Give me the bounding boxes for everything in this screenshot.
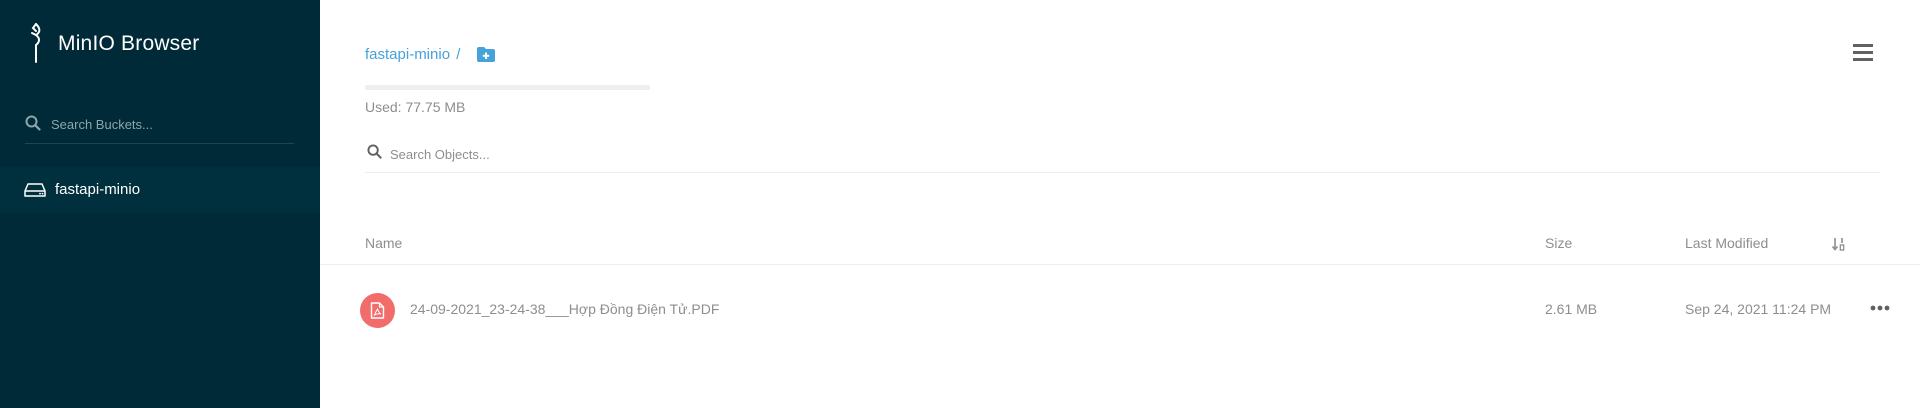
usage-text: Used: 77.75 MB — [365, 99, 466, 115]
column-header-last-modified[interactable]: Last Modified — [1685, 235, 1768, 251]
file-name[interactable]: 24-09-2021_23-24-38___Hợp Đồng Điện Tử.P… — [410, 301, 719, 317]
folder-plus-icon[interactable] — [476, 46, 496, 63]
breadcrumb-bucket-link[interactable]: fastapi-minio — [365, 46, 450, 63]
hamburger-menu-icon[interactable] — [1853, 44, 1873, 61]
column-header-name[interactable]: Name — [365, 235, 402, 251]
search-icon — [25, 115, 41, 131]
hard-drive-icon — [24, 183, 46, 197]
object-search — [365, 140, 1880, 173]
main-content: fastapi-minio / Used: 77.75 MB Name Size… — [320, 0, 1920, 408]
minio-logo-icon — [31, 23, 41, 63]
sidebar: MinIO Browser fastapi-minio — [0, 0, 320, 408]
usage-progress-bar — [365, 85, 650, 90]
more-horizontal-icon[interactable] — [1870, 305, 1890, 311]
bucket-search — [25, 109, 294, 144]
bucket-search-input[interactable] — [49, 113, 293, 135]
breadcrumb-separator: / — [456, 46, 461, 63]
sidebar-item-fastapi-minio[interactable]: fastapi-minio — [0, 167, 320, 213]
pdf-file-icon — [360, 293, 395, 328]
table-row[interactable]: 24-09-2021_23-24-38___Hợp Đồng Điện Tử.P… — [320, 286, 1920, 334]
column-header-size[interactable]: Size — [1545, 235, 1572, 251]
file-modified: Sep 24, 2021 11:24 PM — [1685, 301, 1832, 317]
table-header: Name Size Last Modified — [320, 225, 1920, 265]
file-size: 2.61 MB — [1545, 301, 1598, 317]
search-icon — [367, 144, 382, 159]
app-title: MinIO Browser — [58, 32, 200, 55]
sidebar-item-label: fastapi-minio — [55, 181, 141, 198]
object-search-input[interactable] — [388, 143, 992, 165]
breadcrumb: fastapi-minio / — [365, 46, 460, 63]
sort-numeric-icon[interactable] — [1831, 237, 1847, 251]
